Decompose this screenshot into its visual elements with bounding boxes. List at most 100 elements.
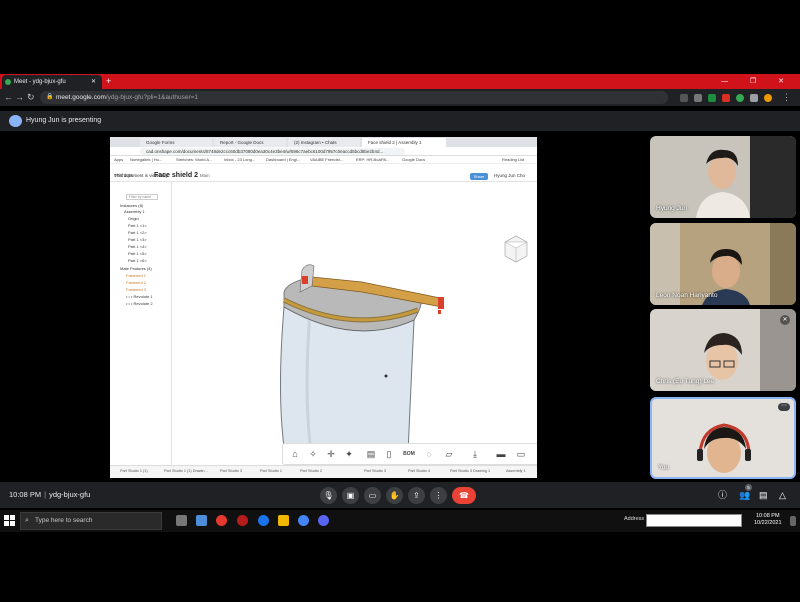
studio-tab: Part Studio 3 Drawing 1 <box>450 469 491 473</box>
participant-name: You <box>658 464 669 471</box>
participant-count-badge: 5 <box>745 484 752 491</box>
tree-part: Part 1 <5> <box>128 251 147 256</box>
window-controls[interactable]: — ❐ ✕ <box>721 75 794 88</box>
bookmark: Inbox - 23 Long... <box>224 157 256 162</box>
bookmark: Apps <box>114 157 124 162</box>
taskbar-search-input[interactable]: ⌕ Type here to search <box>20 512 162 530</box>
comment-icon: ◌ <box>426 449 432 459</box>
notifications-icon[interactable] <box>790 516 796 526</box>
tree-instances: Instances (8) <box>120 203 144 208</box>
profile-avatar[interactable] <box>764 94 772 102</box>
tree-part: Part 1 <4> <box>128 244 147 249</box>
explode-icon: ✧ <box>309 449 317 459</box>
address-input[interactable] <box>646 514 742 527</box>
studio-tab: Part Studio 4 <box>408 469 430 473</box>
tree-feature: Fastened 3 <box>126 287 147 292</box>
participant-tile-self[interactable]: ⋯ You <box>650 397 796 479</box>
tree-feature: Fastened 2 <box>126 280 147 285</box>
presenting-text: Hyung Jun is presenting <box>26 117 102 124</box>
tree-part: Part 1 <6> <box>128 258 147 263</box>
studio-tab: Part Studio 3 <box>364 469 386 473</box>
extension-red-icon[interactable] <box>722 94 730 102</box>
menu-icon[interactable]: ⋮ <box>782 91 791 104</box>
reload-icon[interactable]: ↻ <box>27 91 35 104</box>
comment2-icon: ▱ <box>445 449 453 459</box>
bookmark-icon[interactable] <box>694 94 702 102</box>
more-options-icon[interactable]: ⋮ <box>430 487 447 504</box>
instances-panel: This document is view only. Filter by na… <box>110 173 172 465</box>
shared-url-row: cad.onshape.com/documents/8748de2ccc60db… <box>110 147 537 156</box>
mate-icon: ✦ <box>345 449 353 459</box>
meet-control-bar: 10:08 PM | ydg-bjux-gfu 🎙 ▣ ▭ ✋ ⇪ ⋮ ☎ ⓘ 👥 … <box>0 482 800 508</box>
move-icon: ✛ <box>327 449 335 459</box>
app-red-icon[interactable] <box>216 515 227 526</box>
discord-icon[interactable] <box>318 515 329 526</box>
shared-tab-active: Face shield 2 | Assembly 1 <box>362 138 446 147</box>
cad-toolbar: ⌂ ✧ ✛ ✦ ▤ ▯ BOM ◌ ▱ ⤓ ▬ ▭ ▦ <box>282 443 537 465</box>
tray-date: 10/22/2021 <box>754 520 782 526</box>
url-input[interactable]: 🔒 meet.google.com/ydg-bjux-gfu?pli=1&aut… <box>40 91 668 104</box>
home-icon: ⌂ <box>292 449 298 459</box>
extension-shield-icon[interactable] <box>708 94 716 102</box>
edge-icon[interactable] <box>258 515 269 526</box>
meet-favicon-icon <box>5 79 11 85</box>
shared-tab: Report - Google Docs <box>214 138 286 147</box>
browser-tab-strip: Meet - ydg-bjux-gfu ✕ + — ❐ ✕ <box>0 74 800 89</box>
new-tab-button[interactable]: + <box>106 75 111 88</box>
activities-icon[interactable]: △ <box>779 488 786 502</box>
close-tab-icon[interactable]: ✕ <box>91 75 96 89</box>
mic-off-icon: ✕ <box>780 315 790 325</box>
extensions-icon[interactable] <box>750 94 758 102</box>
meeting-clock: 10:08 PM | ydg-bjux-gfu <box>9 490 91 499</box>
bookmark: Stretches: World A... <box>176 157 213 162</box>
more-icon: ▦ <box>535 448 538 460</box>
browser-tab-meet[interactable]: Meet - ydg-bjux-gfu ✕ <box>2 75 102 89</box>
system-clock[interactable]: 10:08 PM 10/22/2021 <box>754 513 782 527</box>
camera-ext-icon[interactable] <box>680 94 688 102</box>
camera-icon[interactable]: ▣ <box>342 487 359 504</box>
present-icon[interactable]: ⇪ <box>408 487 425 504</box>
bookmark: VAAIBE Friendst... <box>310 157 344 162</box>
tree-part: Part 1 <3> <box>128 237 147 242</box>
shared-screen: Google Forms Report - Google Docs (2) In… <box>110 137 537 478</box>
forward-icon[interactable]: → <box>15 91 24 104</box>
url-path: /ydg-bjux-gfu?pli=1&authuser=1 <box>105 94 199 101</box>
mic-icon[interactable]: 🎙 <box>320 487 337 504</box>
shared-tab-strip: Google Forms Report - Google Docs (2) In… <box>110 137 537 147</box>
shared-tab: Google Forms <box>140 138 212 147</box>
participant-tile[interactable]: ✕ Chris (Eu Tung) Lee <box>650 309 796 391</box>
tab-title: Meet - ydg-bjux-gfu <box>14 79 66 85</box>
cad-viewport: ⌂ ✧ ✛ ✦ ▤ ▯ BOM ◌ ▱ ⤓ ▬ ▭ ▦ <box>172 182 537 465</box>
export-icon: ⤓ <box>473 449 477 459</box>
task-view-icon[interactable] <box>176 515 187 526</box>
shared-tab: (2) Instagram • Chats <box>288 138 360 147</box>
raise-hand-icon[interactable]: ✋ <box>386 487 403 504</box>
file-explorer-icon[interactable] <box>278 515 289 526</box>
store-icon[interactable] <box>196 515 207 526</box>
participant-name: Leon Noah Hariyanto <box>656 292 718 299</box>
end-call-icon[interactable]: ☎ <box>452 487 476 504</box>
info-icon[interactable]: ⓘ <box>718 488 727 502</box>
chrome-icon[interactable] <box>298 515 309 526</box>
bookmark: Google Docs <box>402 157 426 162</box>
meeting-time: 10:08 PM <box>9 490 42 499</box>
onshape-header: onshape Face shield 2 Main Share Hyung J… <box>110 171 537 182</box>
part-studio-tabs: Part Studio 1 (1) Part Studio 1 (1) Draw… <box>110 465 537 478</box>
face-shield-model <box>280 235 528 464</box>
tree-feature: • • • Revolute 1 <box>126 294 153 299</box>
captions-icon[interactable]: ▭ <box>364 487 381 504</box>
shared-url: cad.onshape.com/documents/8748de2ccc60db… <box>140 148 405 155</box>
studio-tab: Part Studio 1 <box>260 469 282 473</box>
participant-name: Hyung Jun <box>656 205 688 212</box>
chat-icon[interactable]: ▤ <box>759 488 768 502</box>
windows-start-icon[interactable] <box>4 515 15 526</box>
participant-tile[interactable]: Leon Noah Hariyanto <box>650 223 796 305</box>
extension-green-icon[interactable] <box>736 94 744 102</box>
view-only-notice: This document is view only. <box>114 173 169 178</box>
search-icon: ⌕ <box>25 517 29 524</box>
address-bar-row: ← → ↻ 🔒 meet.google.com/ydg-bjux-gfu?pli… <box>0 89 800 106</box>
back-icon[interactable]: ← <box>4 91 13 104</box>
app-opera-icon[interactable] <box>237 515 248 526</box>
participant-tile[interactable]: Hyung Jun <box>650 136 796 218</box>
more-options-icon[interactable]: ⋯ <box>778 403 790 411</box>
